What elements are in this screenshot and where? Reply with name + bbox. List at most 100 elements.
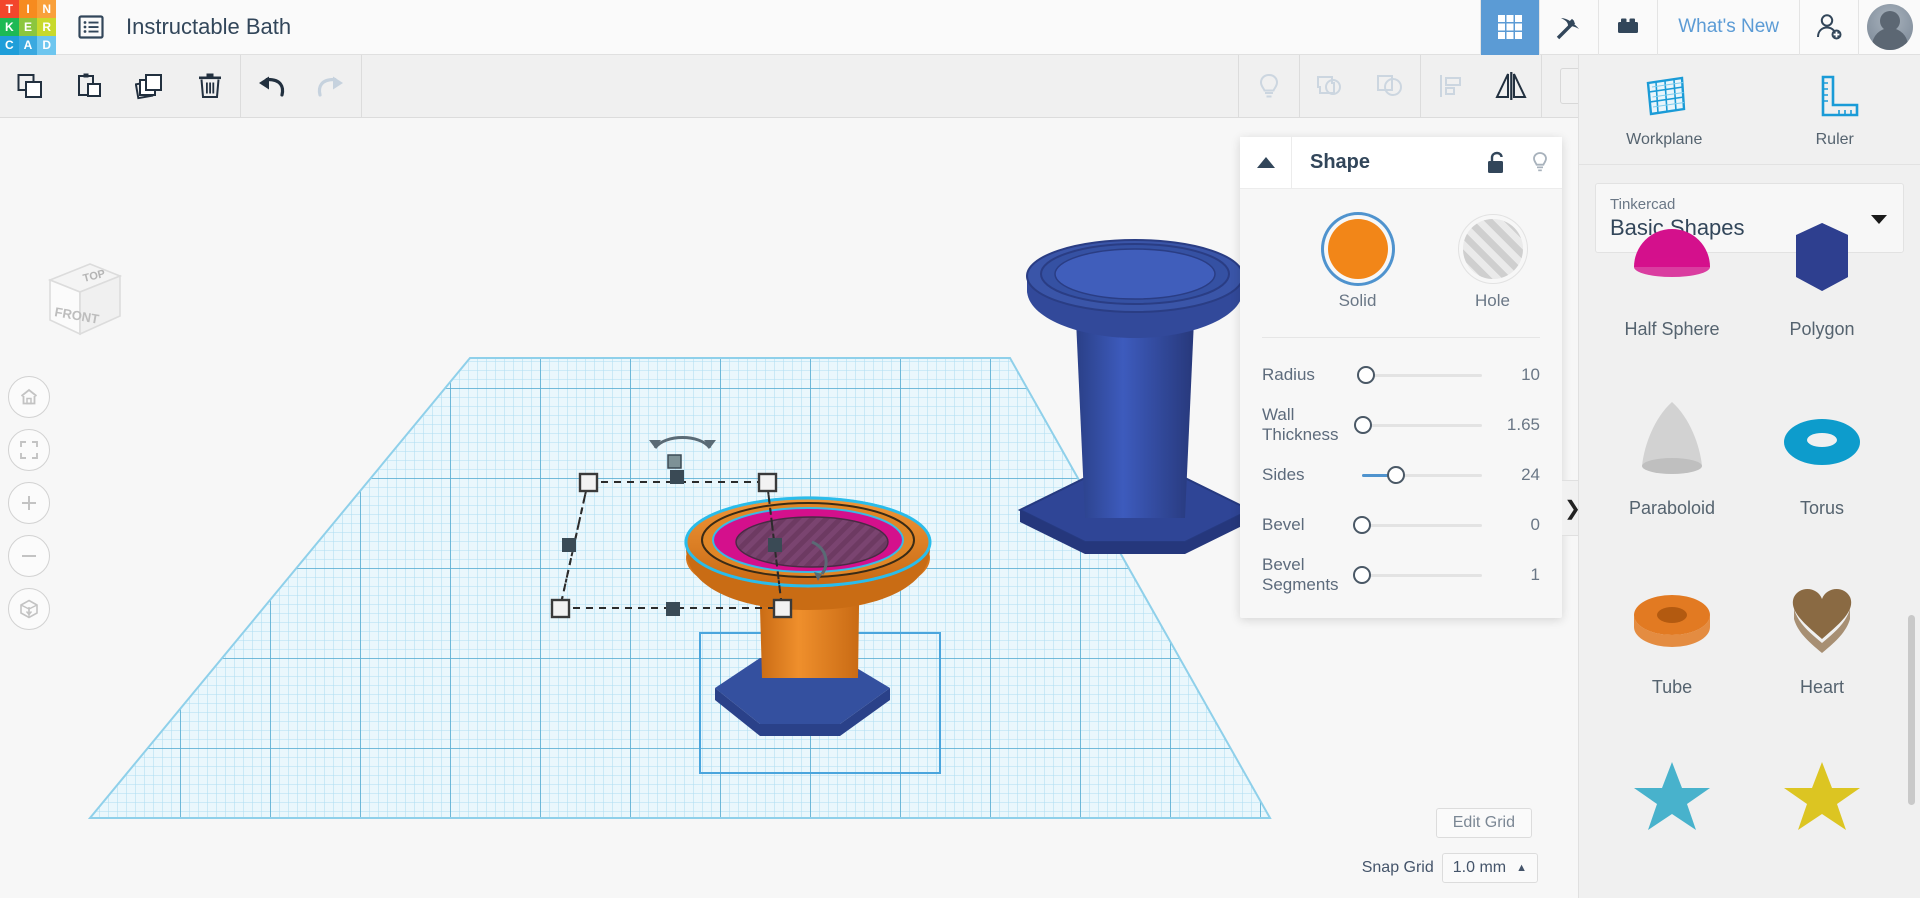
mirror-button[interactable]	[1481, 55, 1541, 118]
ruler-icon	[1821, 75, 1859, 116]
snap-grid-select[interactable]: 1.0 mm ▲	[1441, 853, 1538, 883]
ruler-tool-label: Ruler	[1815, 130, 1854, 148]
property-label-wall-thickness: Wall Thickness	[1262, 405, 1339, 444]
birdbath-blue-object	[1017, 239, 1253, 554]
property-row-radius: Radius 10	[1262, 350, 1540, 400]
shape-item-polygon[interactable]: Polygon	[1747, 199, 1897, 378]
logo-tile-r: R	[37, 17, 56, 37]
property-slider-bevel-segments[interactable]	[1353, 564, 1482, 586]
star-yellow-icon	[1747, 736, 1897, 830]
pickaxe-button[interactable]	[1539, 0, 1598, 55]
half-sphere-icon	[1597, 199, 1747, 319]
property-slider-wall-thickness[interactable]	[1354, 414, 1482, 436]
hole-mode-option[interactable]: Hole	[1445, 219, 1540, 311]
shape-mode-selector: Solid Hole	[1262, 213, 1540, 319]
home-view-button[interactable]	[8, 376, 50, 418]
shape-item-half-sphere[interactable]: Half Sphere	[1597, 199, 1747, 378]
resize-handle-right	[768, 538, 782, 552]
property-value-wall-thickness[interactable]: 1.65	[1492, 415, 1540, 435]
ungroup-button[interactable]	[1360, 55, 1420, 118]
clipboard-group	[0, 55, 240, 118]
shape-label-polygon: Polygon	[1789, 319, 1855, 339]
resize-handle-left	[562, 538, 576, 552]
resize-handle-tr	[757, 472, 778, 493]
shape-label-half-sphere: Half Sphere	[1624, 319, 1720, 339]
redo-button[interactable]	[301, 55, 361, 118]
invite-user-icon[interactable]	[1799, 0, 1858, 55]
group-button[interactable]	[1300, 55, 1360, 118]
resize-handle-tl	[578, 472, 599, 493]
resize-handle-br	[772, 598, 793, 619]
slider-knob[interactable]	[1353, 566, 1371, 584]
shape-label-tube: Tube	[1651, 677, 1693, 697]
toolbar-divider-6	[1541, 54, 1542, 118]
shape-label-torus: Torus	[1799, 498, 1844, 518]
edit-grid-button[interactable]: Edit Grid	[1435, 808, 1532, 838]
paste-button[interactable]	[60, 55, 120, 118]
caret-up-icon: ▲	[1516, 862, 1527, 874]
tinkercad-logo[interactable]: TINKERCAD	[0, 0, 56, 55]
shape-properties-panel: Shape Solid Hole Radius 10 Wall Thicknes…	[1240, 136, 1562, 618]
lego-brick-button[interactable]	[1598, 0, 1657, 55]
duplicate-button[interactable]	[120, 55, 180, 118]
torus-icon	[1747, 378, 1897, 498]
view-nav-buttons	[8, 376, 50, 641]
slider-knob[interactable]	[1386, 466, 1405, 484]
slider-knob[interactable]	[1356, 366, 1375, 384]
slider-knob[interactable]	[1353, 516, 1371, 534]
sidebar-scrollbar[interactable]	[1908, 615, 1915, 805]
unlock-icon[interactable]	[1474, 137, 1518, 189]
collapse-triangle-icon[interactable]	[1240, 136, 1292, 189]
property-value-sides[interactable]: 24	[1492, 465, 1540, 485]
zoom-out-button[interactable]	[8, 535, 50, 577]
shape-item-torus[interactable]: Torus	[1747, 378, 1897, 557]
center-handle	[667, 454, 682, 469]
slider-track	[1362, 374, 1482, 377]
ruler-tool[interactable]: Ruler	[1750, 55, 1920, 164]
shape-panel-header: Shape	[1240, 136, 1562, 189]
property-slider-radius[interactable]	[1356, 364, 1482, 386]
tinkercad-app: TINKERCAD Instructable Bath What's New T…	[0, 0, 1920, 898]
shape-item-heart[interactable]: Heart	[1747, 557, 1897, 736]
workplane-tool[interactable]: Workplane	[1579, 55, 1750, 164]
property-slider-bevel[interactable]	[1353, 514, 1482, 536]
shape-item-star-yellow[interactable]	[1747, 736, 1897, 830]
logo-tile-n: N	[37, 0, 56, 18]
slider-track	[1362, 524, 1482, 527]
light-bulb-icon[interactable]	[1518, 137, 1562, 189]
property-slider-sides[interactable]	[1362, 464, 1482, 486]
shape-item-paraboloid[interactable]: Paraboloid	[1597, 378, 1747, 557]
property-value-radius[interactable]: 10	[1492, 365, 1540, 385]
resize-handle-top	[670, 470, 684, 484]
resize-handle-bottom	[666, 602, 680, 616]
property-label-sides: Sides	[1262, 465, 1305, 485]
property-value-bevel[interactable]: 0	[1492, 515, 1540, 535]
whats-new-link[interactable]: What's New	[1657, 0, 1799, 55]
view-cube[interactable]: TOP FRONT	[32, 258, 124, 344]
fit-to-view-button[interactable]	[8, 429, 50, 471]
logo-tile-c: C	[0, 36, 19, 55]
solid-mode-option[interactable]: Solid	[1310, 219, 1405, 311]
property-value-bevel-segments[interactable]: 1	[1492, 565, 1540, 585]
snap-grid-control: Snap Grid 1.0 mm ▲	[1362, 853, 1538, 883]
snap-grid-label: Snap Grid	[1361, 859, 1434, 876]
delete-button[interactable]	[180, 55, 240, 118]
undo-button[interactable]	[241, 55, 301, 118]
shape-item-tube[interactable]: Tube	[1597, 557, 1747, 736]
shape-property-list: Radius 10 Wall Thickness 1.65 Sides 24 Bevel 0 Be…	[1262, 342, 1540, 600]
grid-view-button[interactable]	[1480, 0, 1540, 55]
avatar[interactable]	[1858, 0, 1920, 55]
hole-mode-label: Hole	[1475, 291, 1510, 310]
logo-tile-e: E	[18, 17, 38, 37]
shape-panel-divider	[1262, 337, 1540, 338]
shape-item-star-cyan[interactable]	[1597, 736, 1747, 830]
copy-button[interactable]	[0, 55, 60, 118]
solid-swatch	[1327, 219, 1388, 279]
light-bulb-button[interactable]	[1239, 55, 1299, 118]
perspective-toggle-button[interactable]	[8, 588, 50, 630]
zoom-in-button[interactable]	[8, 482, 50, 524]
shape-panel-title: Shape	[1310, 151, 1371, 173]
slider-knob[interactable]	[1354, 416, 1373, 434]
align-button[interactable]	[1421, 55, 1481, 118]
document-list-icon[interactable]	[78, 14, 104, 40]
